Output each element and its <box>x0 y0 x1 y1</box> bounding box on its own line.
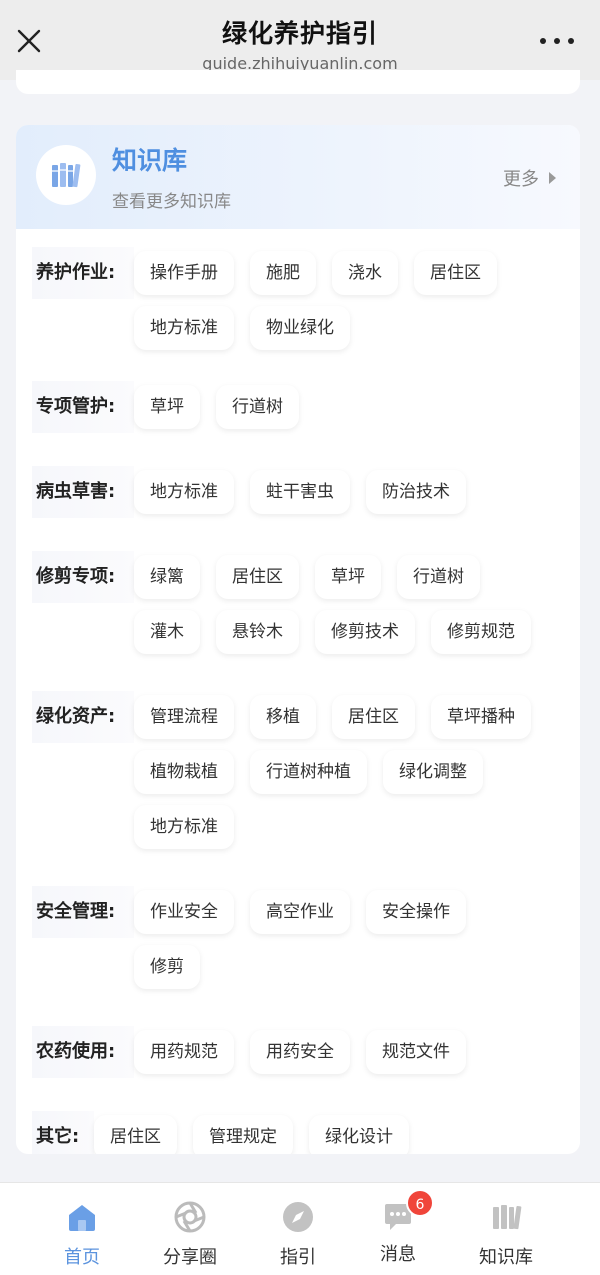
tag[interactable]: 植物栽植 <box>134 750 234 794</box>
category-label: 修剪专项: <box>32 551 134 603</box>
previous-card <box>16 70 580 94</box>
tag[interactable]: 施肥 <box>250 251 316 295</box>
nav-messages-label: 消息 <box>380 1244 416 1265</box>
tag[interactable]: 修剪规范 <box>431 610 531 654</box>
nav-guide-label: 指引 <box>280 1247 316 1268</box>
tag[interactable]: 用药规范 <box>134 1030 234 1074</box>
nav-home-label: 首页 <box>64 1247 100 1268</box>
tag[interactable]: 安全操作 <box>366 890 466 934</box>
dot-icon <box>554 38 560 44</box>
top-bar: 绿化养护指引 guide.zhihuiyuanlin.com <box>0 0 600 80</box>
tag-group: 操作手册 施肥 浇水 居住区 地方标准 物业绿化 <box>134 247 554 357</box>
tag[interactable]: 地方标准 <box>134 306 234 350</box>
category-row: 绿化资产: 管理流程 移植 居住区 草坪播种 植物栽植 行道树种植 绿化调整 地… <box>16 691 580 856</box>
nav-kb[interactable]: 知识库 <box>456 1183 556 1275</box>
nav-share-label: 分享圈 <box>163 1247 217 1268</box>
tag[interactable]: 操作手册 <box>134 251 234 295</box>
category-label: 农药使用: <box>32 1026 134 1078</box>
more-options-button[interactable] <box>540 30 576 50</box>
kb-more-link[interactable]: 更多 <box>503 165 556 191</box>
tag[interactable]: 行道树 <box>216 385 299 429</box>
dot-icon <box>540 38 546 44</box>
knowledge-base-header: 知识库 查看更多知识库 更多 <box>16 125 580 229</box>
nav-home[interactable]: 首页 <box>32 1183 132 1275</box>
tag[interactable]: 绿化调整 <box>383 750 483 794</box>
tag[interactable]: 地方标准 <box>134 805 234 849</box>
tag[interactable]: 草坪播种 <box>431 695 531 739</box>
category-label: 病虫草害: <box>32 466 134 518</box>
category-row: 专项管护: 草坪 行道树 <box>16 381 580 436</box>
category-row: 农药使用: 用药规范 用药安全 规范文件 <box>16 1026 580 1081</box>
tag[interactable]: 悬铃木 <box>216 610 299 654</box>
tag[interactable]: 草坪 <box>315 555 381 599</box>
tag[interactable]: 行道树种植 <box>250 750 367 794</box>
tag-group: 草坪 行道树 <box>134 381 554 436</box>
nav-messages[interactable]: 6 消息 <box>348 1183 448 1275</box>
nav-kb-label: 知识库 <box>479 1247 533 1268</box>
dot-icon <box>568 38 574 44</box>
category-label: 养护作业: <box>32 247 134 299</box>
tag[interactable]: 居住区 <box>216 555 299 599</box>
compass-icon <box>283 1202 313 1232</box>
tag[interactable]: 用药安全 <box>250 1030 350 1074</box>
kb-logo <box>36 145 96 205</box>
knowledge-base-card: 知识库 查看更多知识库 更多 养护作业: 操作手册 施肥 浇水 居住区 地方标准… <box>16 125 580 1154</box>
tag[interactable]: 移植 <box>250 695 316 739</box>
tag-group: 管理流程 移植 居住区 草坪播种 植物栽植 行道树种植 绿化调整 地方标准 <box>134 691 554 856</box>
tag[interactable]: 草坪 <box>134 385 200 429</box>
category-label: 绿化资产: <box>32 691 134 743</box>
tag-group: 居住区 管理规定 绿化设计 <box>94 1111 554 1154</box>
tag[interactable]: 浇水 <box>332 251 398 295</box>
home-icon <box>69 1205 95 1231</box>
tag-group: 用药规范 用药安全 规范文件 <box>134 1026 554 1081</box>
tag[interactable]: 绿化设计 <box>309 1115 409 1154</box>
books-icon <box>52 163 81 188</box>
category-row: 其它: 居住区 管理规定 绿化设计 <box>16 1111 580 1154</box>
nav-guide[interactable]: 指引 <box>248 1183 348 1275</box>
kb-title: 知识库 <box>112 146 188 175</box>
tag[interactable]: 高空作业 <box>250 890 350 934</box>
aperture-icon <box>174 1201 206 1233</box>
category-row: 安全管理: 作业安全 高空作业 安全操作 修剪 <box>16 886 580 996</box>
category-row: 病虫草害: 地方标准 蛀干害虫 防治技术 <box>16 466 580 521</box>
kb-more-label: 更多 <box>503 169 539 190</box>
category-row: 养护作业: 操作手册 施肥 浇水 居住区 地方标准 物业绿化 <box>16 247 580 357</box>
tag[interactable]: 管理规定 <box>193 1115 293 1154</box>
tag[interactable]: 居住区 <box>94 1115 177 1154</box>
close-icon <box>17 29 41 53</box>
category-label: 其它: <box>32 1111 94 1154</box>
bottom-nav: 首页 分享圈 指引 6 消息 知识库 <box>0 1182 600 1275</box>
close-button[interactable] <box>14 26 44 56</box>
nav-share[interactable]: 分享圈 <box>140 1183 240 1275</box>
tag[interactable]: 管理流程 <box>134 695 234 739</box>
tag[interactable]: 防治技术 <box>366 470 466 514</box>
tag[interactable]: 灌木 <box>134 610 200 654</box>
tag[interactable]: 修剪技术 <box>315 610 415 654</box>
tag-group: 地方标准 蛀干害虫 防治技术 <box>134 466 554 521</box>
tag-group: 绿篱 居住区 草坪 行道树 灌木 悬铃木 修剪技术 修剪规范 <box>134 551 554 661</box>
tag[interactable]: 居住区 <box>414 251 497 295</box>
category-row: 修剪专项: 绿篱 居住区 草坪 行道树 灌木 悬铃木 修剪技术 修剪规范 <box>16 551 580 661</box>
tag[interactable]: 作业安全 <box>134 890 234 934</box>
tag[interactable]: 地方标准 <box>134 470 234 514</box>
page-title: 绿化养护指引 <box>221 19 378 48</box>
tag[interactable]: 修剪 <box>134 945 200 989</box>
messages-badge: 6 <box>406 1189 434 1217</box>
category-label: 专项管护: <box>32 381 134 433</box>
tag[interactable]: 绿篱 <box>134 555 200 599</box>
tag[interactable]: 规范文件 <box>366 1030 466 1074</box>
books-icon <box>493 1205 522 1230</box>
chevron-right-icon <box>549 172 556 184</box>
kb-subtitle[interactable]: 查看更多知识库 <box>112 187 231 212</box>
tag[interactable]: 行道树 <box>397 555 480 599</box>
category-list: 养护作业: 操作手册 施肥 浇水 居住区 地方标准 物业绿化 专项管护: 草坪 … <box>16 229 580 1154</box>
title-block: 绿化养护指引 guide.zhihuiyuanlin.com <box>100 14 500 73</box>
tag[interactable]: 居住区 <box>332 695 415 739</box>
category-label: 安全管理: <box>32 886 134 938</box>
tag[interactable]: 物业绿化 <box>250 306 350 350</box>
tag-group: 作业安全 高空作业 安全操作 修剪 <box>134 886 554 996</box>
tag[interactable]: 蛀干害虫 <box>250 470 350 514</box>
